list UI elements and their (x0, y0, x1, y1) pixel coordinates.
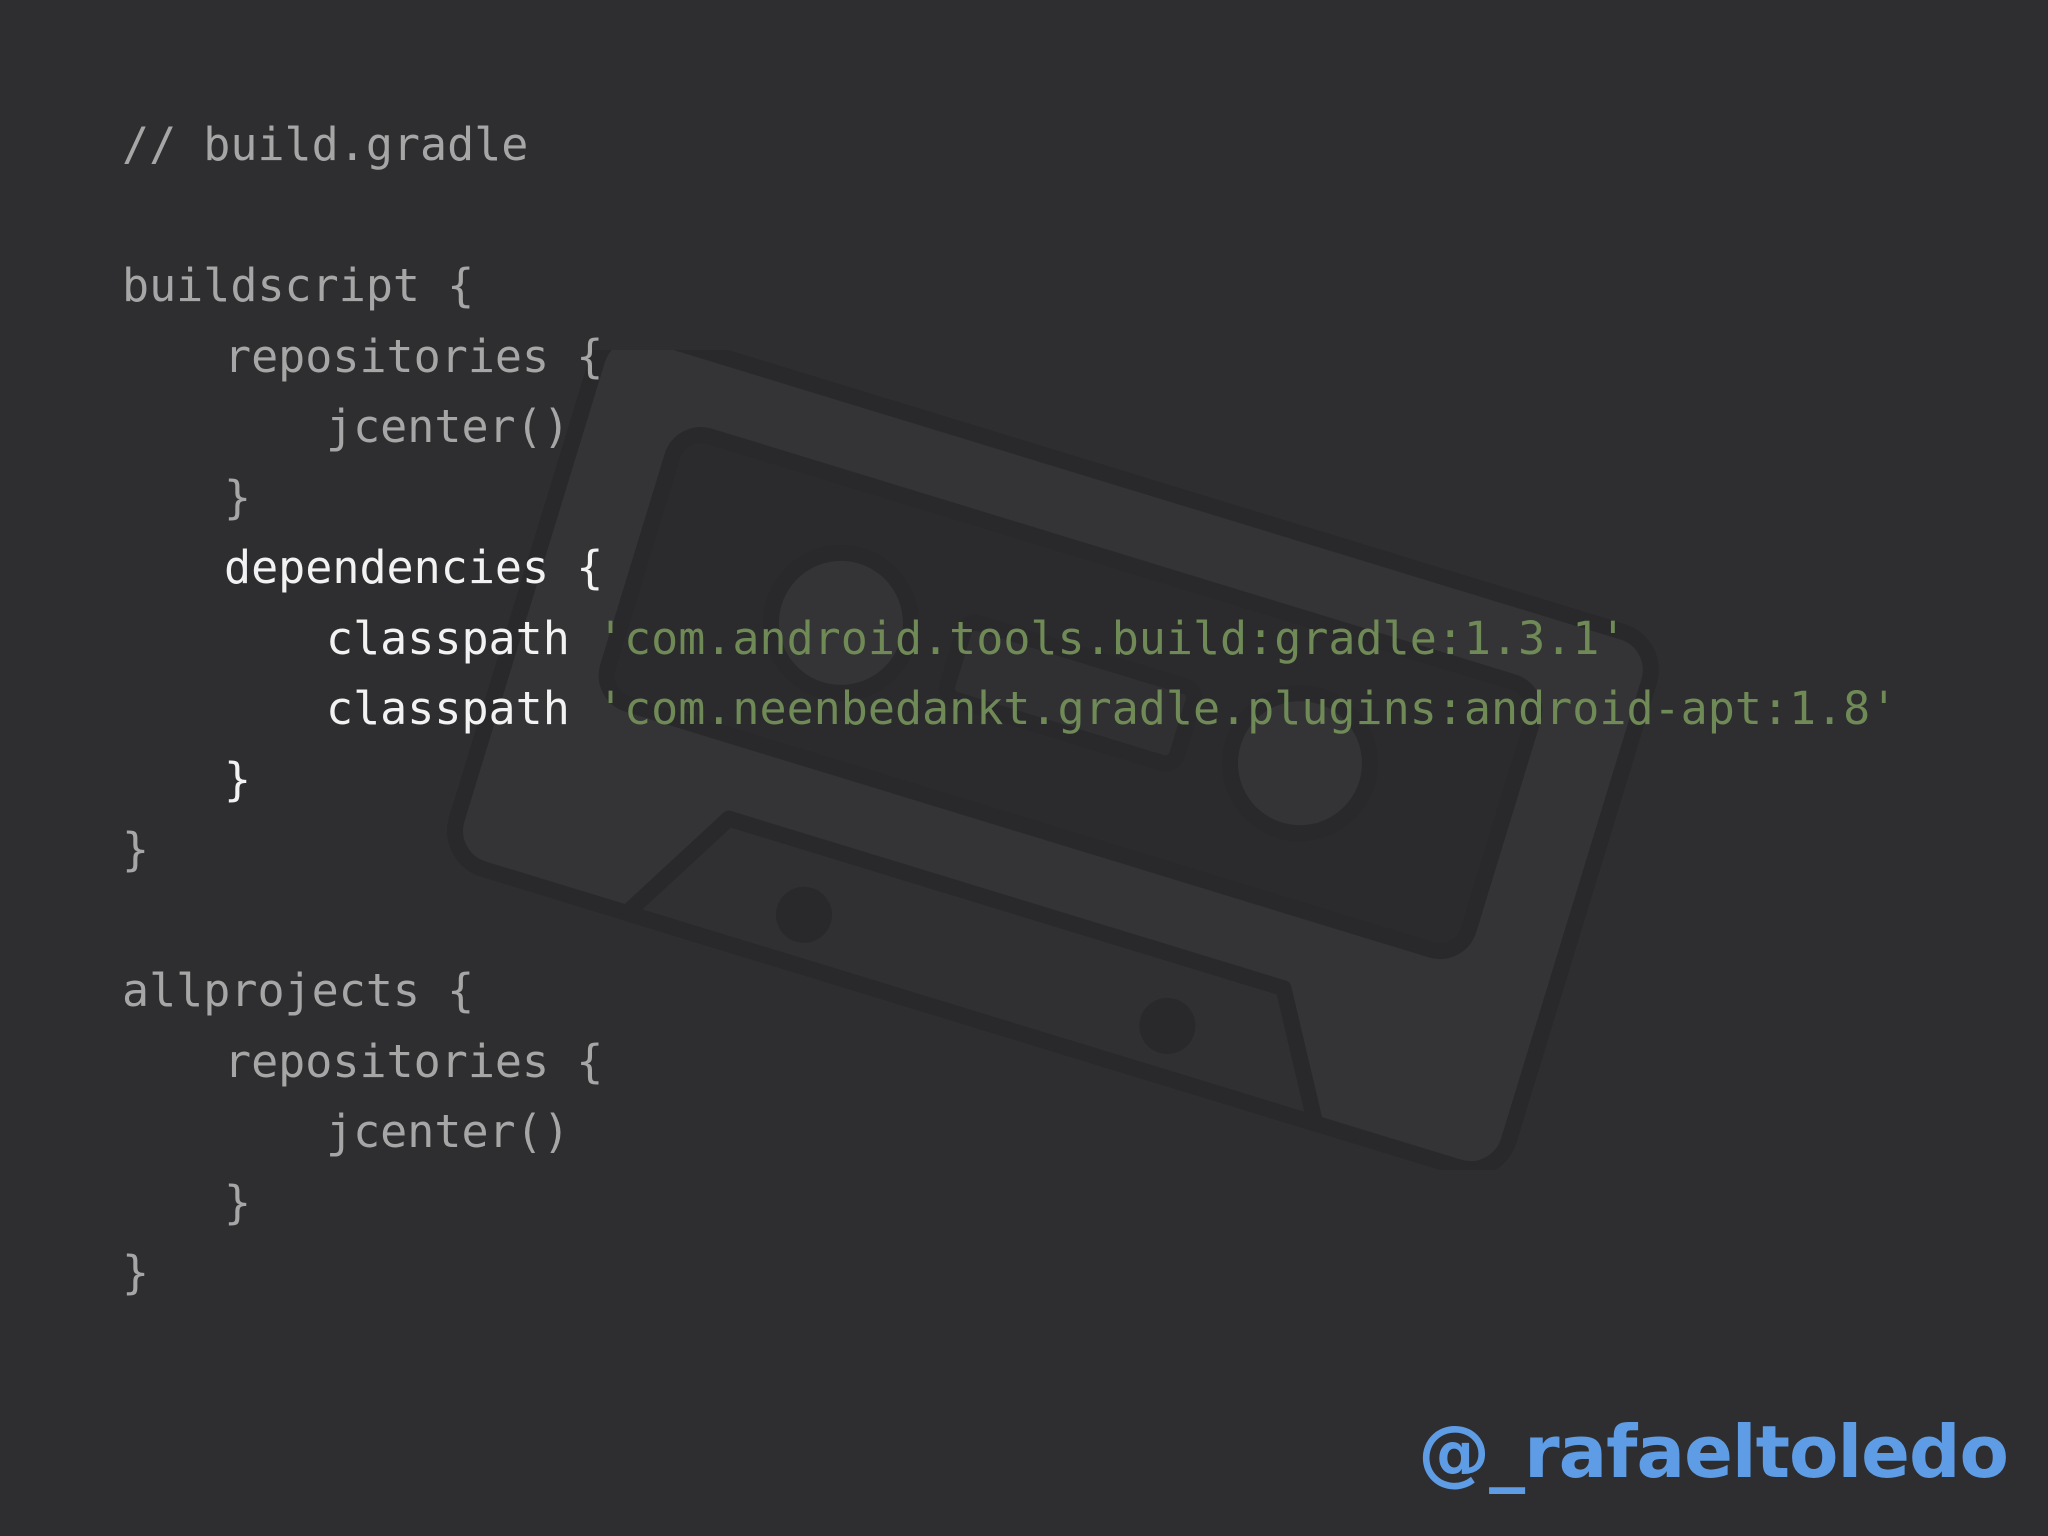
buildscript-repositories-close: } (224, 470, 252, 524)
classpath-string: 'com.neenbedankt.gradle.plugins:android-… (596, 682, 1898, 735)
buildscript-close: } (122, 823, 150, 876)
allprojects-open: allprojects { (122, 964, 475, 1017)
classpath-line-2: classpath 'com.neenbedankt.gradle.plugin… (122, 674, 1897, 745)
allprojects-close: } (122, 1246, 150, 1299)
classpath-string: 'com.android.tools.build:gradle:1.3.1' (596, 611, 1627, 665)
buildscript-jcenter: jcenter() (326, 400, 570, 453)
buildscript-repositories-open: repositories { (224, 329, 604, 383)
code-comment: // build.gradle (122, 118, 529, 171)
classpath-line-1: classpath 'com.android.tools.build:gradl… (122, 604, 1897, 675)
author-handle: @_rafaeltoledo (1418, 1410, 2009, 1494)
allprojects-repositories-close: } (224, 1175, 252, 1229)
code-block: // build.gradle buildscript { repositories… (122, 110, 1897, 1309)
dependencies-open: dependencies { (224, 541, 604, 594)
classpath-keyword: classpath (326, 611, 570, 665)
dependencies-close: } (224, 752, 252, 806)
allprojects-repositories-open: repositories { (224, 1034, 604, 1088)
allprojects-jcenter: jcenter() (326, 1105, 570, 1158)
slide: // build.gradle buildscript { repositories… (0, 0, 2048, 1536)
classpath-keyword: classpath (326, 682, 570, 735)
buildscript-open: buildscript { (122, 259, 475, 312)
